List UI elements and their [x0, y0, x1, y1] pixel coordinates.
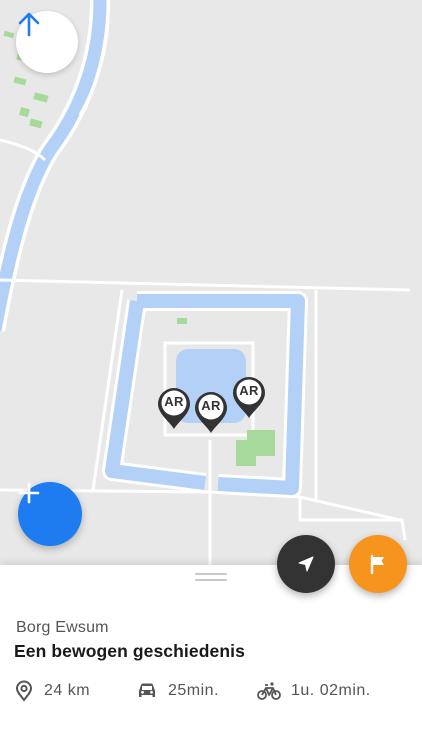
car-time-value: 25min. [168, 682, 220, 699]
arrow-up-icon [18, 12, 40, 37]
plus-icon [18, 482, 40, 504]
distance-stat: 24 km [14, 679, 90, 703]
drag-handle[interactable] [195, 573, 227, 582]
location-pin-icon [15, 680, 33, 702]
place-name: Borg Ewsum [16, 619, 109, 636]
locate-button[interactable] [277, 535, 335, 593]
car-time-stat: 25min. [136, 679, 219, 703]
route-title: Een bewogen geschiedenis [14, 641, 245, 661]
flag-icon [370, 554, 384, 575]
map-view[interactable]: AR AR AR [0, 0, 422, 565]
marker-label: AR [239, 383, 259, 398]
add-button[interactable] [18, 482, 82, 546]
ar-marker[interactable]: AR [156, 386, 192, 430]
marker-label: AR [164, 394, 184, 409]
bike-time-stat: 1u. 02min. [257, 679, 371, 703]
route-info-sheet[interactable]: Borg Ewsum Een bewogen geschiedenis 24 k… [0, 565, 422, 750]
bicycle-icon [257, 682, 281, 700]
bike-time-value: 1u. 02min. [291, 682, 371, 699]
navigation-arrow-icon [298, 556, 314, 572]
ar-marker[interactable]: AR [231, 375, 267, 419]
marker-label: AR [201, 398, 221, 413]
distance-value: 24 km [44, 682, 91, 699]
start-route-button[interactable] [349, 535, 407, 593]
ar-marker[interactable]: AR [193, 390, 229, 434]
compass-button[interactable] [16, 11, 78, 73]
map-canvas [0, 0, 411, 565]
car-icon [139, 683, 155, 697]
